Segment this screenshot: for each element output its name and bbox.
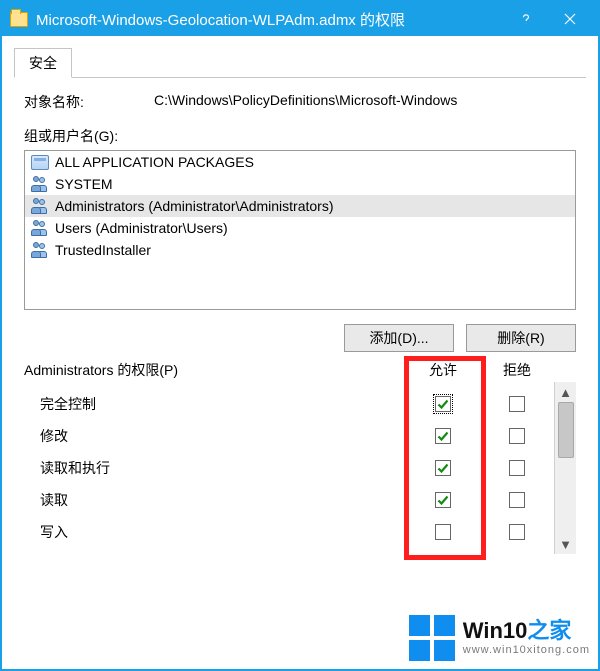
permission-row: 读取和执行 — [40, 452, 554, 484]
list-item[interactable]: ALL APPLICATION PACKAGES — [25, 151, 575, 173]
list-item-label: TrustedInstaller — [55, 242, 151, 258]
permissions-scrollbar[interactable]: ▲ ▼ — [554, 382, 576, 554]
deny-cell — [480, 524, 554, 540]
tab-row: 安全 — [14, 48, 586, 78]
allow-cell — [406, 524, 480, 540]
help-button[interactable] — [504, 2, 548, 36]
list-item[interactable]: Administrators (Administrator\Administra… — [25, 195, 575, 217]
security-panel: 对象名称: C:\Windows\PolicyDefinitions\Micro… — [2, 78, 598, 566]
deny-column-header: 拒绝 — [480, 360, 554, 380]
deny-cell — [480, 492, 554, 508]
folder-icon — [10, 12, 28, 27]
allow-cell — [406, 396, 480, 412]
scroll-track[interactable] — [555, 402, 577, 534]
deny-cell — [480, 396, 554, 412]
permission-label: 读取和执行 — [40, 458, 406, 478]
close-button[interactable] — [548, 2, 592, 36]
permission-label: 读取 — [40, 490, 406, 510]
window-title: Microsoft-Windows-Geolocation-WLPAdm.adm… — [36, 9, 504, 30]
allow-cell — [406, 492, 480, 508]
scroll-thumb[interactable] — [558, 402, 574, 458]
permissions-list: 完全控制修改读取和执行读取写入 — [24, 382, 554, 554]
windows-logo-icon — [409, 615, 455, 661]
list-item[interactable]: SYSTEM — [25, 173, 575, 195]
permission-row: 完全控制 — [40, 388, 554, 420]
package-icon — [31, 155, 49, 170]
scroll-down-icon[interactable]: ▼ — [555, 534, 577, 554]
deny-cell — [480, 460, 554, 476]
users-icon — [31, 220, 49, 236]
checkbox[interactable] — [435, 460, 451, 476]
titlebar: Microsoft-Windows-Geolocation-WLPAdm.adm… — [2, 2, 598, 36]
users-icon — [31, 176, 49, 192]
list-item-label: ALL APPLICATION PACKAGES — [55, 154, 254, 170]
permissions-header: Administrators 的权限(P) 允许 拒绝 — [24, 360, 576, 380]
permission-row: 写入 — [40, 516, 554, 548]
allow-column-header: 允许 — [406, 360, 480, 380]
tab-security[interactable]: 安全 — [14, 48, 72, 78]
checkbox[interactable] — [435, 524, 451, 540]
object-name-row: 对象名称: C:\Windows\PolicyDefinitions\Micro… — [24, 92, 576, 112]
permissions-title: Administrators 的权限(P) — [24, 360, 178, 380]
checkbox[interactable] — [509, 428, 525, 444]
deny-cell — [480, 428, 554, 444]
watermark: Win10之家 www.win10xitong.com — [409, 615, 590, 661]
permission-row: 修改 — [40, 420, 554, 452]
list-item-label: Administrators (Administrator\Administra… — [55, 198, 334, 214]
scroll-up-icon[interactable]: ▲ — [555, 382, 577, 402]
checkbox[interactable] — [509, 460, 525, 476]
allow-cell — [406, 428, 480, 444]
permission-label: 完全控制 — [40, 394, 406, 414]
permission-label: 写入 — [40, 522, 406, 542]
checkbox[interactable] — [509, 396, 525, 412]
allow-cell — [406, 460, 480, 476]
remove-button[interactable]: 删除(R) — [466, 324, 576, 352]
checkbox[interactable] — [509, 524, 525, 540]
checkbox[interactable] — [435, 396, 451, 412]
users-icon — [31, 198, 49, 214]
list-item-label: SYSTEM — [55, 176, 113, 192]
groups-button-row: 添加(D)... 删除(R) — [24, 324, 576, 352]
groups-label: 组或用户名(G): — [24, 126, 576, 146]
checkbox[interactable] — [435, 492, 451, 508]
permissions-area: 完全控制修改读取和执行读取写入 ▲ ▼ — [24, 382, 576, 554]
checkbox[interactable] — [435, 428, 451, 444]
permission-label: 修改 — [40, 426, 406, 446]
list-item[interactable]: TrustedInstaller — [25, 239, 575, 261]
list-item[interactable]: Users (Administrator\Users) — [25, 217, 575, 239]
add-button[interactable]: 添加(D)... — [344, 324, 454, 352]
list-item-label: Users (Administrator\Users) — [55, 220, 228, 236]
object-name-label: 对象名称: — [24, 92, 154, 112]
checkbox[interactable] — [509, 492, 525, 508]
permission-row: 读取 — [40, 484, 554, 516]
object-name-value: C:\Windows\PolicyDefinitions\Microsoft-W… — [154, 92, 576, 112]
users-icon — [31, 242, 49, 258]
watermark-text: Win10之家 www.win10xitong.com — [463, 620, 590, 656]
groups-listbox[interactable]: ALL APPLICATION PACKAGES SYSTEM Administra… — [24, 150, 576, 310]
